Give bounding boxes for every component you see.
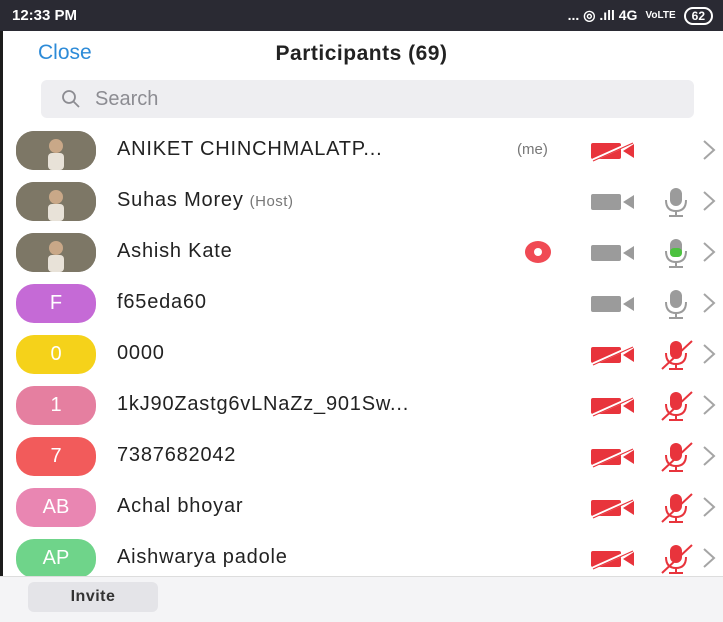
participant-name: 7387682042	[117, 444, 237, 466]
chevron-right-icon	[701, 137, 717, 163]
battery-icon: 62	[683, 6, 713, 25]
status-indicators: ... ◎ .ıll 4G VoLTE 62	[567, 6, 713, 25]
video-icon	[589, 242, 637, 264]
chevron-right-icon	[701, 239, 717, 265]
chevron-right-icon	[701, 494, 717, 520]
mic-muted-icon	[656, 543, 696, 575]
video-off-icon	[589, 395, 637, 417]
video-off-icon	[589, 344, 637, 366]
avatar: AP	[16, 539, 96, 578]
participant-name: Achal bhoyar	[117, 495, 244, 517]
chevron-right-icon	[701, 290, 717, 316]
avatar: F	[16, 284, 96, 323]
host-tag: (Host)	[249, 193, 294, 210]
video-off-icon	[589, 446, 637, 468]
video-off-icon	[589, 548, 637, 570]
participant-row[interactable]: Ashish Kate	[0, 227, 723, 278]
avatar: 7	[16, 437, 96, 476]
participant-row[interactable]: 0 0000	[0, 329, 723, 380]
participant-list: ANIKET CHINCHMALATP... (me) Suhas Morey (Ho…	[0, 125, 723, 584]
video-icon	[589, 293, 637, 315]
chevron-right-icon	[701, 341, 717, 367]
video-icon	[589, 191, 637, 213]
participant-name: f65eda60	[117, 291, 207, 313]
mic-icon	[656, 186, 696, 218]
volte-icon: VoLTE	[645, 10, 676, 21]
bottom-bar: Invite	[0, 576, 723, 622]
mic-muted-icon	[656, 492, 696, 524]
participant-name: Suhas Morey (Host)	[117, 189, 294, 211]
participant-name: 0000	[117, 342, 165, 364]
signal-icon: ... ◎ .ıll 4G	[567, 7, 638, 23]
participant-name: ANIKET CHINCHMALATP...	[117, 138, 383, 160]
video-off-icon	[589, 497, 637, 519]
avatar: 0	[16, 335, 96, 374]
participant-name: Ashish Kate	[117, 240, 233, 262]
video-off-icon	[589, 140, 637, 162]
participant-name: 1kJ90Zastg6vLNaZz_901Sw...	[117, 393, 410, 415]
participant-name: Aishwarya padole	[117, 546, 288, 568]
mic-muted-icon	[656, 390, 696, 422]
avatar	[16, 182, 96, 221]
chevron-right-icon	[701, 443, 717, 469]
participant-row[interactable]: Ff65eda60	[0, 278, 723, 329]
avatar: 1	[16, 386, 96, 425]
participant-row[interactable]: ANIKET CHINCHMALATP... (me)	[0, 125, 723, 176]
status-time: 12:33 PM	[12, 7, 78, 24]
search-input[interactable]: Search	[41, 80, 694, 118]
avatar: AB	[16, 488, 96, 527]
mic-icon	[656, 237, 696, 269]
chevron-right-icon	[701, 545, 717, 571]
status-bar: 12:33 PM ... ◎ .ıll 4G VoLTE 62	[0, 0, 723, 31]
mic-icon	[656, 288, 696, 320]
mic-muted-icon	[656, 339, 696, 371]
participant-row[interactable]: AB Achal bhoyar	[0, 482, 723, 533]
chevron-right-icon	[701, 188, 717, 214]
avatar	[16, 131, 96, 170]
mic-muted-icon	[656, 441, 696, 473]
recording-icon	[524, 240, 552, 264]
search-placeholder: Search	[95, 87, 159, 110]
participant-row[interactable]: 1 1kJ90Zastg6vLNaZz_901Sw...	[0, 380, 723, 431]
close-button[interactable]: Close	[38, 41, 92, 65]
page-title: Participants (69)	[275, 42, 448, 65]
avatar	[16, 233, 96, 272]
participant-row[interactable]: 7 7387682042	[0, 431, 723, 482]
search-icon	[62, 90, 80, 108]
header: Close Participants (69)	[0, 31, 723, 77]
me-tag: (me)	[517, 141, 548, 158]
participant-row[interactable]: Suhas Morey (Host)	[0, 176, 723, 227]
chevron-right-icon	[701, 392, 717, 418]
invite-button[interactable]: Invite	[28, 582, 158, 612]
